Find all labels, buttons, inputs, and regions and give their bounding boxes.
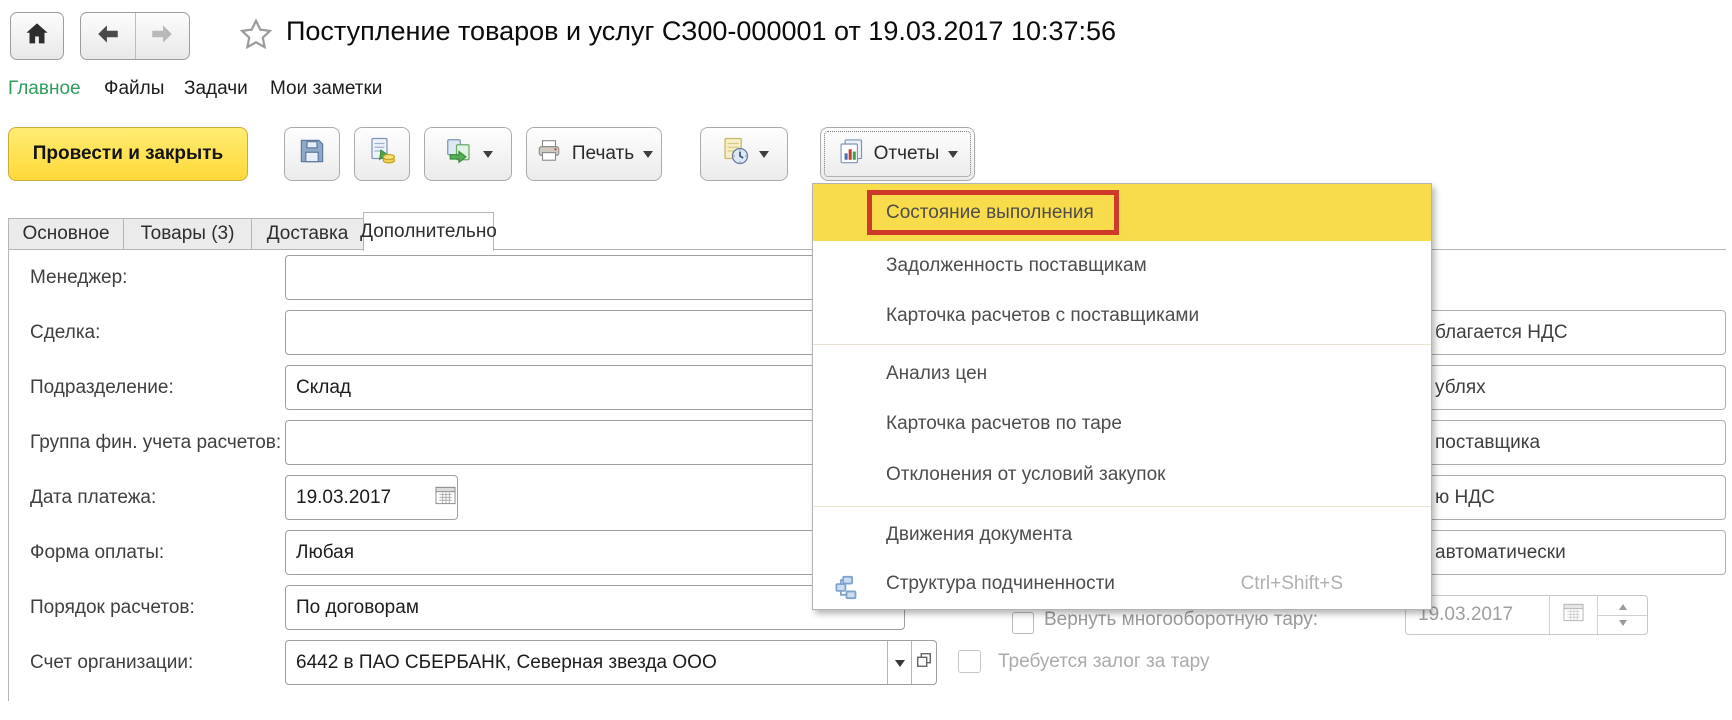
menu-item-label: Задолженность поставщикам bbox=[886, 255, 1147, 276]
back-button[interactable] bbox=[81, 13, 135, 59]
label-schet-organizatsii: Счет организации: bbox=[30, 640, 193, 685]
tab-label: Дополнительно bbox=[360, 221, 497, 243]
label-forma-oplaty: Форма оплаты: bbox=[30, 530, 164, 575]
create-based-on-caret-icon bbox=[483, 151, 493, 163]
app-window: Поступление товаров и услуг СЗ00-000001 … bbox=[0, 0, 1732, 720]
menu-item-shortcut: Ctrl+Shift+S bbox=[1241, 559, 1343, 609]
home-icon bbox=[22, 19, 52, 54]
menu-item-label: Движения документа bbox=[886, 524, 1072, 545]
label-manager: Менеджер: bbox=[30, 255, 127, 300]
post-and-close-label: Провести и закрыть bbox=[33, 143, 224, 165]
menu-item-dvizheniya-dokumenta[interactable]: Движения документа bbox=[813, 511, 1431, 559]
spinner-down-icon bbox=[1619, 620, 1627, 630]
tare-deposit-label: Требуется залог за тару bbox=[998, 650, 1210, 674]
menu-separator bbox=[813, 344, 1431, 345]
dropdown-arrow-icon bbox=[895, 660, 905, 672]
data-platezha-calendar-button[interactable] bbox=[434, 476, 457, 519]
calendar-icon bbox=[1562, 602, 1585, 628]
spinner-up-button[interactable] bbox=[1598, 596, 1647, 615]
menu-item-label: Отклонения от условий закупок bbox=[886, 464, 1165, 485]
tare-return-calendar-button[interactable] bbox=[1550, 596, 1598, 634]
menu-item-zadolzhennost-postavschikam[interactable]: Задолженность поставщикам bbox=[813, 241, 1431, 291]
tare-deposit-checkbox[interactable] bbox=[958, 650, 981, 673]
print-caret-icon bbox=[643, 151, 653, 163]
hierarchy-icon bbox=[833, 571, 860, 621]
spinner-down-button[interactable] bbox=[1598, 615, 1647, 635]
reports-caret-icon bbox=[948, 151, 958, 163]
section-faily[interactable]: Файлы bbox=[104, 78, 164, 100]
reports-dropdown-menu: Состояние выполнения Задолженность поста… bbox=[812, 183, 1432, 610]
document-clock-icon bbox=[720, 136, 750, 172]
section-glavnoe[interactable]: Главное bbox=[8, 78, 81, 100]
create-based-on-icon bbox=[444, 136, 474, 172]
back-icon bbox=[95, 23, 121, 50]
tab-label: Доставка bbox=[267, 223, 349, 245]
menu-item-label: Структура подчиненности bbox=[886, 573, 1115, 594]
tab-dostavka[interactable]: Доставка bbox=[251, 218, 364, 250]
create-based-on-button[interactable] bbox=[424, 127, 512, 181]
tab-label: Основное bbox=[22, 223, 109, 245]
data-platezha-input[interactable]: 19.03.2017 bbox=[285, 475, 458, 520]
annotation-red-box bbox=[867, 190, 1119, 235]
schet-organizatsii-open-button[interactable] bbox=[912, 641, 936, 684]
favorite-star-button[interactable] bbox=[236, 16, 276, 59]
right-field-vat-value: ю НДС bbox=[1435, 476, 1495, 519]
forward-button[interactable] bbox=[135, 13, 190, 59]
document-tasks-button[interactable] bbox=[700, 127, 788, 181]
schet-organizatsii-value: 6442 в ПАО СБЕРБАНК, Северная звезда ООО bbox=[286, 641, 887, 684]
home-button[interactable] bbox=[10, 12, 64, 60]
reports-icon bbox=[837, 137, 865, 171]
menu-item-label: Карточка расчетов с поставщиками bbox=[886, 305, 1199, 326]
section-zadachi[interactable]: Задачи bbox=[184, 78, 248, 100]
schet-organizatsii-dropdown-button[interactable] bbox=[888, 641, 911, 684]
label-sdelka: Сделка: bbox=[30, 310, 100, 355]
data-platezha-value: 19.03.2017 bbox=[286, 476, 434, 519]
tab-dopolnitelno[interactable]: Дополнительно bbox=[363, 212, 494, 251]
menu-item-label: Карточка расчетов по таре bbox=[886, 413, 1122, 434]
post-document-icon bbox=[367, 136, 397, 172]
schet-organizatsii-input[interactable]: 6442 в ПАО СБЕРБАНК, Северная звезда ООО bbox=[285, 640, 937, 685]
panel-left-border bbox=[8, 249, 9, 701]
right-field-nds-value: благается НДС bbox=[1435, 311, 1568, 354]
tare-return-checkbox[interactable] bbox=[1012, 612, 1034, 634]
print-icon bbox=[535, 138, 563, 170]
label-data-platezha: Дата платежа: bbox=[30, 475, 156, 520]
menu-item-kartochka-raschetov-s-postavschikami[interactable]: Карточка расчетов с поставщиками bbox=[813, 291, 1431, 341]
open-form-icon bbox=[915, 651, 933, 674]
tab-osnovnoe[interactable]: Основное bbox=[8, 218, 124, 250]
forward-icon bbox=[149, 23, 175, 50]
label-podrazdelenie: Подразделение: bbox=[30, 365, 174, 410]
calendar-icon bbox=[434, 485, 457, 511]
page-title: Поступление товаров и услуг СЗ00-000001 … bbox=[286, 16, 1116, 47]
save-icon bbox=[297, 136, 327, 172]
right-field-currency-value: ублях bbox=[1435, 366, 1486, 409]
right-field-supplier-value: поставщика bbox=[1435, 421, 1540, 464]
star-icon bbox=[236, 41, 276, 58]
menu-separator bbox=[813, 506, 1431, 507]
document-tasks-caret-icon bbox=[759, 151, 769, 163]
menu-item-analiz-tsen[interactable]: Анализ цен bbox=[813, 349, 1431, 399]
save-button[interactable] bbox=[284, 127, 340, 181]
menu-item-kartochka-raschetov-po-tare[interactable]: Карточка расчетов по таре bbox=[813, 399, 1431, 449]
reports-label: Отчеты bbox=[874, 143, 940, 165]
label-poryadok-raschetov: Порядок расчетов: bbox=[30, 585, 195, 630]
tare-return-date-input[interactable]: 19.03.2017 bbox=[1405, 595, 1648, 635]
right-field-auto-value: автоматически bbox=[1435, 531, 1566, 574]
history-nav-group bbox=[80, 12, 190, 60]
tab-label: Товары (3) bbox=[141, 223, 235, 245]
print-button[interactable]: Печать bbox=[526, 127, 662, 181]
reports-button[interactable]: Отчеты bbox=[820, 127, 975, 181]
tab-tovary[interactable]: Товары (3) bbox=[123, 218, 252, 250]
tare-return-date-spinner bbox=[1598, 596, 1647, 634]
menu-item-otkloneniya-ot-usloviy-zakupok[interactable]: Отклонения от условий закупок bbox=[813, 449, 1431, 501]
spinner-up-icon bbox=[1619, 600, 1627, 610]
menu-item-label: Анализ цен bbox=[886, 363, 987, 384]
menu-item-struktura-podchinennosti[interactable]: Структура подчиненности Ctrl+Shift+S bbox=[813, 559, 1431, 609]
section-moi-zametki[interactable]: Мои заметки bbox=[270, 78, 382, 100]
post-and-close-button[interactable]: Провести и закрыть bbox=[8, 127, 248, 181]
label-gruppa-fin-ucheta: Группа фин. учета расчетов: bbox=[30, 420, 281, 465]
post-document-button[interactable] bbox=[354, 127, 410, 181]
print-label: Печать bbox=[572, 143, 634, 165]
